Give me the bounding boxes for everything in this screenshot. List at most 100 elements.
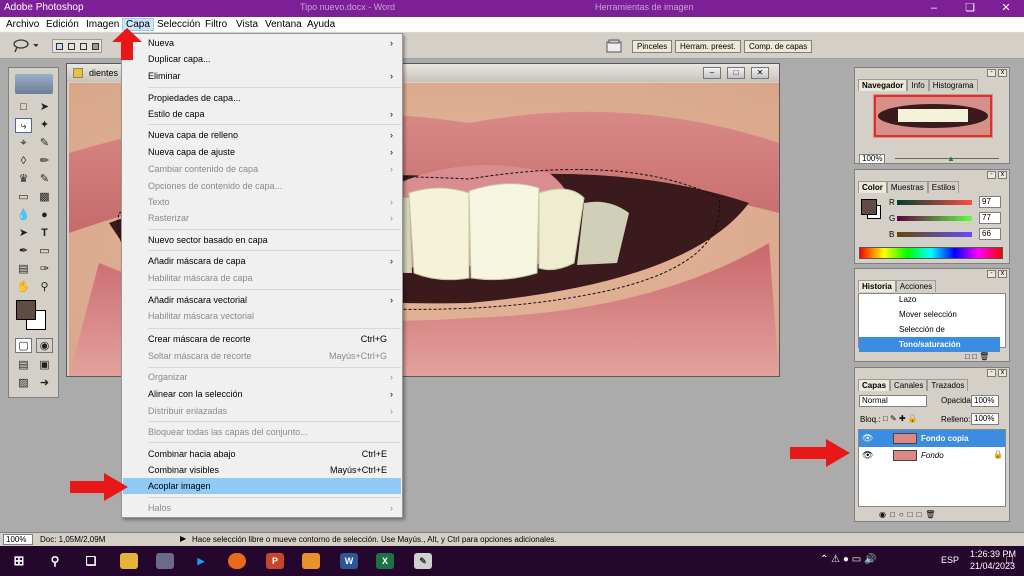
history-item-selected[interactable]: Tono/saturación <box>859 337 1000 352</box>
screen-mode-standard-icon[interactable]: ▤ <box>15 358 32 373</box>
menu-item-rasterizar[interactable]: Rasterizar › <box>123 210 401 226</box>
standard-mode-icon[interactable]: ▢ <box>15 338 32 353</box>
color-foreground-swatch-top[interactable] <box>861 199 877 215</box>
pen-tool-icon[interactable]: ✒ <box>15 244 32 259</box>
visibility-eye-icon[interactable]: 👁 <box>862 433 873 444</box>
menu-item-acoplar-imagen[interactable]: Acoplar imagen <box>123 478 401 494</box>
navigator-close-icon[interactable]: x <box>998 69 1007 77</box>
tab-acciones[interactable]: Acciones <box>895 280 937 292</box>
history-close-icon[interactable]: x <box>998 270 1007 278</box>
tab-herram-preest[interactable]: Herram. preest. <box>675 40 741 53</box>
blue-value[interactable]: 66 <box>979 228 1001 240</box>
menu-item-opciones-de-contenido-de-capa[interactable]: Opciones de contenido de capa... <box>123 178 401 194</box>
layer-row-fondo-copia[interactable]: Fondo copia <box>859 430 1005 447</box>
menu-item-nueva[interactable]: Nueva › <box>123 35 401 51</box>
foreground-color-swatch-top[interactable] <box>16 300 36 320</box>
word-icon[interactable]: W <box>340 553 358 569</box>
gradient-tool-icon[interactable]: ▩ <box>36 190 53 205</box>
shape-tool-icon[interactable]: ▭ <box>36 244 53 259</box>
red-value[interactable]: 97 <box>979 196 1001 208</box>
navigator-zoom-field[interactable]: 100% <box>859 154 885 164</box>
opacity-field[interactable]: 100% <box>971 395 999 407</box>
layers-bottom-icons[interactable]: ◉□○□□🗑 <box>879 510 1003 520</box>
menu-item-añadir-máscara-vectorial[interactable]: Añadir máscara vectorial › <box>123 292 401 308</box>
menu-item-eliminar[interactable]: Eliminar › <box>123 68 401 84</box>
history-brush-icon[interactable]: ✎ <box>36 172 53 187</box>
menu-item-halos[interactable]: Halos › <box>123 500 401 516</box>
menu-item-duplicar-capa[interactable]: Duplicar capa... <box>123 51 401 67</box>
layers-close-icon[interactable]: x <box>998 369 1007 377</box>
menu-item-crear-máscara-de-recorte[interactable]: Crear máscara de recorte Ctrl+G <box>123 331 401 347</box>
tab-pinceles[interactable]: Pinceles <box>632 40 673 53</box>
status-zoom[interactable]: 100% <box>3 534 33 545</box>
menu-item-combinar-hacia-abajo[interactable]: Combinar hacia abajo Ctrl+E <box>123 446 401 462</box>
menu-item-estilo-de-capa[interactable]: Estilo de capa › <box>123 106 401 122</box>
menu-archivo[interactable]: Archivo <box>6 19 39 30</box>
visibility-eye-icon[interactable]: 👁 <box>862 450 873 461</box>
menu-item-texto[interactable]: Texto › <box>123 194 401 210</box>
fill-field[interactable]: 100% <box>971 413 999 425</box>
file-explorer-icon[interactable] <box>120 553 138 569</box>
menu-item-combinar-visibles[interactable]: Combinar visibles Mayús+Ctrl+E <box>123 462 401 478</box>
tab-capas[interactable]: Capas <box>858 379 891 391</box>
menu-item-bloquear-todas-las-capas-del-conjunto[interactable]: Bloquear todas las capas del conjunto... <box>123 424 401 440</box>
system-tray-icons[interactable]: ⌃ ⚠ ● ▭ 🔊 <box>820 554 876 565</box>
tab-trazados[interactable]: Trazados <box>927 379 969 391</box>
notifications-icon[interactable]: □ <box>1006 554 1013 566</box>
screen-mode-full-menu-icon[interactable]: ▨ <box>15 376 32 391</box>
tab-muestras[interactable]: Muestras <box>886 181 928 193</box>
lasso-tool-preset-icon[interactable] <box>12 39 38 53</box>
input-language[interactable]: ESP <box>941 555 959 565</box>
close-button[interactable]: ✕ <box>988 0 1024 17</box>
menu-item-organizar[interactable]: Organizar › <box>123 369 401 385</box>
type-tool-icon[interactable]: T <box>36 226 53 241</box>
tab-historia[interactable]: Historia <box>858 280 896 292</box>
move-tool-icon[interactable]: ➤ <box>36 100 53 115</box>
crop-tool-icon[interactable]: ⌖ <box>15 136 32 151</box>
powerpoint-icon[interactable]: P <box>266 553 284 569</box>
eraser-tool-icon[interactable]: ▭ <box>15 190 32 205</box>
hand-tool-icon[interactable]: ✋ <box>15 280 32 295</box>
app-icon-orange[interactable] <box>302 553 320 569</box>
tab-color[interactable]: Color <box>858 181 887 193</box>
color-close-icon[interactable]: x <box>998 171 1007 179</box>
lock-icons[interactable]: □ ✎ ✚ 🔒 <box>883 414 918 423</box>
menu-vista[interactable]: Vista <box>236 19 258 30</box>
play-store-icon[interactable]: ▶ <box>192 553 210 569</box>
menu-seleccion[interactable]: Selección <box>157 19 200 30</box>
zoom-tool-icon[interactable]: ⚲ <box>36 280 53 295</box>
history-item[interactable]: Lazo <box>859 292 1001 307</box>
menu-ayuda[interactable]: Ayuda <box>307 19 335 30</box>
windows-start-icon[interactable]: ⊞ <box>10 553 28 569</box>
lasso-tool-icon[interactable]: ⤷ <box>15 118 32 133</box>
photoshop-taskbar-icon[interactable]: ✎ <box>414 553 432 569</box>
layer-row-fondo[interactable]: Fondo <box>859 447 1005 464</box>
minimize-button[interactable]: – <box>916 0 952 17</box>
firefox-icon[interactable] <box>228 553 246 569</box>
history-item[interactable]: Mover selección <box>859 307 1001 322</box>
magic-wand-tool-icon[interactable]: ✦ <box>36 118 53 133</box>
color-minimize-icon[interactable]: - <box>987 171 996 179</box>
doc-maximize-button[interactable]: □ <box>727 67 745 79</box>
blend-mode-select[interactable]: Normal <box>859 395 927 407</box>
menu-item-nuevo-sector-basado-en-capa[interactable]: Nuevo sector basado en capa <box>123 232 401 248</box>
red-slider[interactable] <box>897 200 972 205</box>
tab-info[interactable]: Info <box>907 79 929 91</box>
menu-item-alinear-con-la-selección[interactable]: Alinear con la selección › <box>123 386 401 402</box>
doc-minimize-button[interactable]: – <box>703 67 721 79</box>
excel-icon[interactable]: X <box>376 553 394 569</box>
tab-estilos[interactable]: Estilos <box>927 181 960 193</box>
screen-mode-full-icon[interactable]: ▣ <box>36 358 53 373</box>
navigator-zoom-thumb-icon[interactable]: ▲ <box>947 154 955 163</box>
marquee-tool-icon[interactable]: □ <box>15 100 32 115</box>
doc-close-button[interactable]: ✕ <box>751 67 769 79</box>
healing-brush-icon[interactable]: ◊ <box>15 154 32 169</box>
clone-stamp-icon[interactable]: ♛ <box>15 172 32 187</box>
menu-item-soltar-máscara-de-recorte[interactable]: Soltar máscara de recorte Mayús+Ctrl+G <box>123 348 401 364</box>
notes-tool-icon[interactable]: ▤ <box>15 262 32 277</box>
search-icon[interactable]: ⚲ <box>46 553 64 569</box>
dodge-tool-icon[interactable]: ● <box>36 208 53 223</box>
history-actions-icons[interactable]: □ □ 🗑 <box>965 352 1005 361</box>
tab-comp-capas[interactable]: Comp. de capas <box>744 40 813 53</box>
file-browser-icon[interactable] <box>606 39 622 53</box>
